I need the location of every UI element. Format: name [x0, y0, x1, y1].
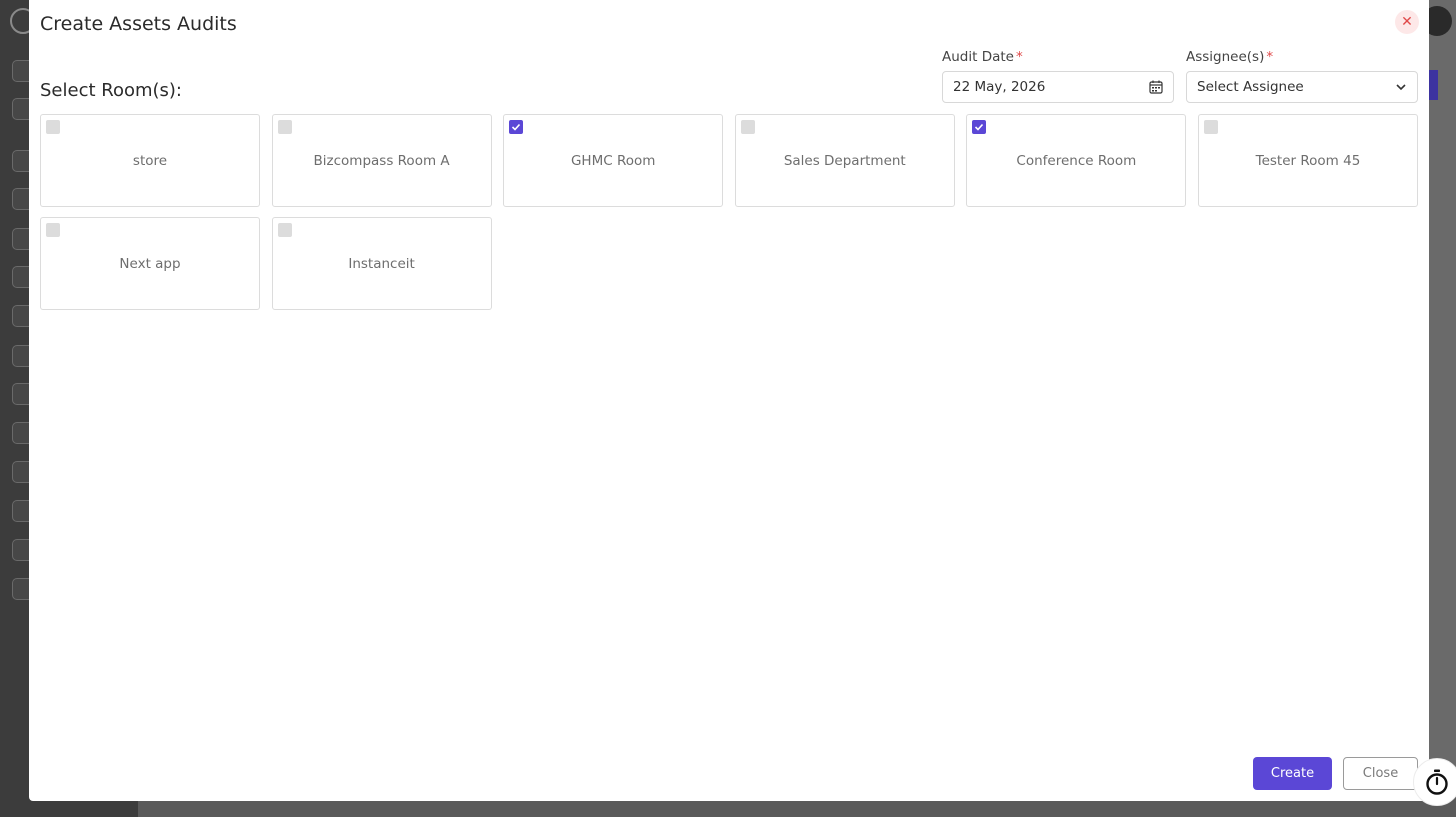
close-button[interactable]: Close — [1343, 757, 1418, 790]
assignee-label: Assignee(s) * — [1186, 49, 1274, 65]
room-checkbox[interactable] — [509, 120, 524, 134]
room-card[interactable]: Sales Department — [734, 114, 955, 207]
room-card[interactable]: store — [40, 114, 260, 207]
required-mark: * — [1266, 49, 1274, 65]
room-card[interactable]: Conference Room — [966, 114, 1187, 207]
assignee-select-value: Select Assignee — [1197, 79, 1304, 95]
room-name: Conference Room — [1016, 152, 1137, 169]
room-grid: store Bizcompass Room A GHMC Room Sales … — [40, 114, 1418, 310]
create-assets-audits-modal: Create Assets Audits ✕ Select Room(s): A… — [29, 0, 1429, 801]
modal-title: Create Assets Audits — [40, 13, 237, 35]
room-checkbox[interactable] — [277, 223, 292, 237]
stopwatch-icon — [1426, 769, 1448, 795]
required-mark: * — [1015, 49, 1023, 65]
room-checkbox[interactable] — [740, 120, 755, 134]
room-name: Next app — [119, 255, 181, 272]
room-card[interactable]: Next app — [40, 217, 260, 310]
room-card[interactable]: Bizcompass Room A — [271, 114, 492, 207]
check-icon — [512, 123, 521, 131]
room-name: Instanceit — [348, 255, 415, 272]
chevron-down-icon — [1396, 84, 1406, 91]
audit-date-label: Audit Date * — [942, 49, 1023, 65]
room-card[interactable]: Instanceit — [271, 217, 492, 310]
calendar-icon[interactable] — [1149, 80, 1163, 94]
room-card[interactable]: Tester Room 45 — [1197, 114, 1418, 207]
select-rooms-label: Select Room(s): — [40, 80, 182, 101]
assignee-select[interactable]: Select Assignee — [1186, 71, 1418, 103]
room-name: Tester Room 45 — [1255, 152, 1361, 169]
close-icon[interactable]: ✕ — [1395, 10, 1419, 34]
room-checkbox[interactable] — [46, 223, 60, 237]
room-card[interactable]: GHMC Room — [503, 114, 724, 207]
room-name: store — [132, 152, 168, 169]
audit-date-input[interactable]: 22 May, 2026 — [942, 71, 1174, 103]
create-button[interactable]: Create — [1253, 757, 1332, 790]
audit-date-value: 22 May, 2026 — [953, 79, 1046, 95]
room-checkbox[interactable] — [277, 120, 292, 134]
room-name: Sales Department — [783, 152, 906, 169]
check-icon — [975, 123, 984, 131]
timer-button[interactable] — [1413, 758, 1456, 806]
room-checkbox[interactable] — [972, 120, 987, 134]
room-checkbox[interactable] — [46, 120, 60, 134]
room-name: Bizcompass Room A — [313, 152, 450, 169]
room-checkbox[interactable] — [1203, 120, 1218, 134]
room-name: GHMC Room — [570, 152, 656, 169]
